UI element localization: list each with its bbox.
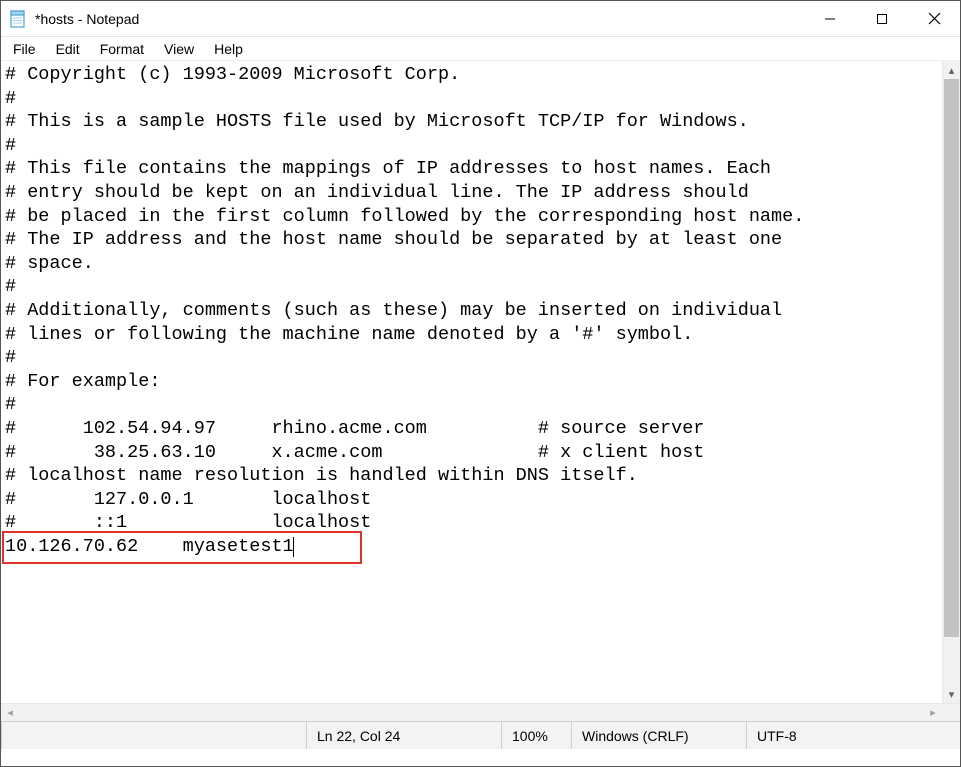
scroll-corner: [942, 704, 960, 721]
text-line[interactable]: 10.126.70.62 myasetest1: [5, 535, 938, 559]
titlebar: *hosts - Notepad: [1, 1, 960, 37]
status-cursor-position: Ln 22, Col 24: [306, 722, 501, 749]
text-line[interactable]: # Copyright (c) 1993-2009 Microsoft Corp…: [5, 63, 938, 87]
status-line-ending: Windows (CRLF): [571, 722, 746, 749]
text-caret: [293, 537, 294, 557]
scroll-down-arrow-icon[interactable]: ▾: [943, 685, 960, 703]
window-controls: [804, 1, 960, 36]
text-line[interactable]: # be placed in the first column followed…: [5, 205, 938, 229]
menubar: File Edit Format View Help: [1, 37, 960, 61]
text-line[interactable]: # This is a sample HOSTS file used by Mi…: [5, 110, 938, 134]
text-line[interactable]: # This file contains the mappings of IP …: [5, 157, 938, 181]
status-encoding: UTF-8: [746, 722, 960, 749]
horizontal-scroll-track[interactable]: [19, 704, 924, 721]
vertical-scroll-thumb[interactable]: [944, 79, 959, 637]
text-line[interactable]: # space.: [5, 252, 938, 276]
scroll-left-arrow-icon[interactable]: ◂: [1, 704, 19, 721]
text-line[interactable]: #: [5, 346, 938, 370]
statusbar: Ln 22, Col 24 100% Windows (CRLF) UTF-8: [1, 721, 960, 749]
text-line[interactable]: # lines or following the machine name de…: [5, 323, 938, 347]
vertical-scrollbar[interactable]: ▴ ▾: [942, 61, 960, 703]
text-line[interactable]: # ::1 localhost: [5, 511, 938, 535]
scroll-up-arrow-icon[interactable]: ▴: [943, 61, 960, 79]
text-line[interactable]: # 38.25.63.10 x.acme.com # x client host: [5, 441, 938, 465]
text-line[interactable]: # entry should be kept on an individual …: [5, 181, 938, 205]
menu-help[interactable]: Help: [206, 39, 251, 59]
menu-view[interactable]: View: [156, 39, 202, 59]
text-editor[interactable]: # Copyright (c) 1993-2009 Microsoft Corp…: [1, 61, 942, 703]
menu-format[interactable]: Format: [92, 39, 152, 59]
text-line[interactable]: # 127.0.0.1 localhost: [5, 488, 938, 512]
horizontal-scrollbar[interactable]: ◂ ▸: [1, 703, 960, 721]
editor-area: # Copyright (c) 1993-2009 Microsoft Corp…: [1, 61, 960, 703]
text-line[interactable]: # 102.54.94.97 rhino.acme.com # source s…: [5, 417, 938, 441]
vertical-scroll-track[interactable]: [943, 79, 960, 685]
minimize-button[interactable]: [804, 1, 856, 36]
menu-edit[interactable]: Edit: [48, 39, 88, 59]
notepad-icon: [9, 10, 27, 28]
text-line[interactable]: # The IP address and the host name shoul…: [5, 228, 938, 252]
text-line[interactable]: # localhost name resolution is handled w…: [5, 464, 938, 488]
window-title: *hosts - Notepad: [35, 11, 139, 27]
scroll-right-arrow-icon[interactable]: ▸: [924, 704, 942, 721]
status-blank: [1, 722, 306, 749]
text-line[interactable]: # For example:: [5, 370, 938, 394]
maximize-button[interactable]: [856, 1, 908, 36]
status-zoom: 100%: [501, 722, 571, 749]
text-line[interactable]: #: [5, 275, 938, 299]
close-button[interactable]: [908, 1, 960, 36]
text-line[interactable]: # Additionally, comments (such as these)…: [5, 299, 938, 323]
text-line[interactable]: #: [5, 87, 938, 111]
text-line[interactable]: #: [5, 134, 938, 158]
menu-file[interactable]: File: [5, 39, 44, 59]
text-line[interactable]: #: [5, 393, 938, 417]
